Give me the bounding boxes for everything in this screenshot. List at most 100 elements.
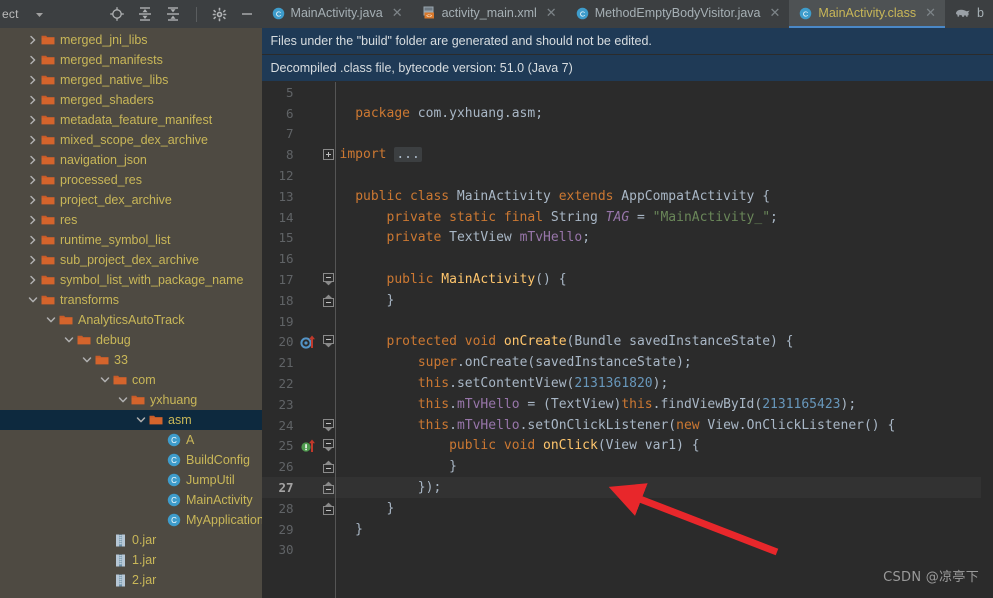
code-line-7[interactable]: 7 <box>262 124 993 145</box>
minimize-icon[interactable] <box>239 6 256 23</box>
collapse-all-icon[interactable] <box>165 6 182 23</box>
code-line-12[interactable]: 12 <box>262 165 993 186</box>
code-line-5[interactable]: 5 <box>262 82 993 103</box>
tree-item-com[interactable]: com <box>0 370 262 390</box>
code-line-18[interactable]: 18 } <box>262 290 993 311</box>
editor-tab-activity-main-xml[interactable]: <> activity_main.xml ✕ <box>412 0 566 28</box>
code-line-25[interactable]: 25 public void onClick(View var1) { <box>262 436 993 457</box>
tree-item-buildconfig[interactable]: C BuildConfig <box>0 450 262 470</box>
editor-tab-methodemptybodyvisitor-java[interactable]: C MethodEmptyBodyVisitor.java ✕ <box>566 0 790 28</box>
tree-item-transforms[interactable]: transforms <box>0 290 262 310</box>
code-line-29[interactable]: 29 } <box>262 519 993 540</box>
chevron-down-icon[interactable] <box>80 354 94 366</box>
code-line-15[interactable]: 15 private TextView mTvHello; <box>262 228 993 249</box>
chevron-right-icon[interactable] <box>26 54 40 66</box>
close-icon[interactable]: ✕ <box>770 5 781 21</box>
code-line-27[interactable]: 27 }); <box>261 477 993 498</box>
close-icon[interactable]: ✕ <box>925 5 936 21</box>
tree-item-merged-jni-libs[interactable]: merged_jni_libs <box>0 30 262 50</box>
code-line-20[interactable]: 20 protected void onCreate(Bundle savedI… <box>262 332 993 353</box>
chevron-right-icon[interactable] <box>26 154 40 166</box>
editor-tab-mainactivity-class[interactable]: C MainActivity.class ✕ <box>789 0 946 28</box>
code-line-17[interactable]: 17 public MainActivity() { <box>262 269 993 290</box>
tree-item-0-jar[interactable]: 0.jar <box>0 530 262 550</box>
tree-item-res[interactable]: res <box>0 210 262 230</box>
chevron-right-icon[interactable] <box>26 214 40 226</box>
tree-item-runtime-symbol-list[interactable]: runtime_symbol_list <box>0 230 262 250</box>
code-line-6[interactable]: 6 package com.yxhuang.asm; <box>262 103 993 124</box>
tree-item-jumputil[interactable]: C JumpUtil <box>0 470 262 490</box>
code-line-28[interactable]: 28 } <box>262 498 993 519</box>
tree-item-merged-native-libs[interactable]: merged_native_libs <box>0 70 262 90</box>
gutter-marker-override[interactable] <box>299 334 322 350</box>
editor-tab-mainactivity-java[interactable]: C MainActivity.java ✕ <box>262 0 412 28</box>
fold-marker-close[interactable] <box>322 481 336 495</box>
tree-item-mixed-scope-dex-archive[interactable]: mixed_scope_dex_archive <box>0 130 262 150</box>
fold-marker-plus[interactable] <box>322 149 336 161</box>
tree-item-symbol-list-with-package-name[interactable]: symbol_list_with_package_name <box>0 270 262 290</box>
chevron-down-icon[interactable] <box>62 334 76 346</box>
fold-marker-close[interactable] <box>322 294 336 307</box>
tree-item-myapplication[interactable]: C MyApplication <box>0 510 262 530</box>
code-line-30[interactable]: 30 <box>262 540 993 561</box>
chevron-down-icon[interactable] <box>134 414 148 426</box>
fold-marker-open[interactable] <box>322 335 336 348</box>
code-line-24[interactable]: 24 this.mTvHello.setOnClickListener(new … <box>262 415 993 436</box>
chevron-down-icon[interactable] <box>26 294 40 306</box>
tree-item-yxhuang[interactable]: yxhuang <box>0 390 262 410</box>
chevron-down-icon[interactable] <box>31 6 48 23</box>
close-icon[interactable]: ✕ <box>546 5 557 21</box>
fold-marker-close[interactable] <box>322 502 336 515</box>
expand-all-icon[interactable] <box>137 6 154 23</box>
tree-item-metadata-feature-manifest[interactable]: metadata_feature_manifest <box>0 110 262 130</box>
tree-item-processed-res[interactable]: processed_res <box>0 170 262 190</box>
code-line-26[interactable]: 26 } <box>262 456 993 477</box>
tree-item-analyticsautotrack[interactable]: AnalyticsAutoTrack <box>0 310 262 330</box>
close-icon[interactable]: ✕ <box>392 5 403 21</box>
chevron-right-icon[interactable] <box>26 274 40 286</box>
locate-target-icon[interactable] <box>109 6 126 23</box>
tree-item-merged-shaders[interactable]: merged_shaders <box>0 90 262 110</box>
tree-item-1-jar[interactable]: 1.jar <box>0 550 262 570</box>
code-line-22[interactable]: 22 this.setContentView(2131361820); <box>262 373 993 394</box>
code-line-19[interactable]: 19 <box>262 311 993 332</box>
code-line-21[interactable]: 21 super.onCreate(savedInstanceState); <box>262 352 993 373</box>
tree-item-asm[interactable]: asm <box>0 410 262 430</box>
chevron-right-icon[interactable] <box>26 114 40 126</box>
tree-item-navigation-json[interactable]: navigation_json <box>0 150 262 170</box>
chevron-right-icon[interactable] <box>26 254 40 266</box>
tree-item-a[interactable]: CA <box>0 430 262 450</box>
tree-item-merged-manifests[interactable]: merged_manifests <box>0 50 262 70</box>
chevron-right-icon[interactable] <box>26 34 40 46</box>
tree-item-debug[interactable]: debug <box>0 330 262 350</box>
chevron-down-icon[interactable] <box>116 394 130 406</box>
chevron-right-icon[interactable] <box>26 234 40 246</box>
tree-item-2-jar[interactable]: 2.jar <box>0 570 262 590</box>
code-line-16[interactable]: 16 <box>262 248 993 269</box>
fold-marker-close[interactable] <box>322 460 336 474</box>
chevron-down-icon[interactable] <box>98 374 112 386</box>
fold-marker-open[interactable] <box>322 439 336 452</box>
tree-item-mainactivity[interactable]: C MainActivity <box>0 490 262 510</box>
chevron-right-icon[interactable] <box>26 134 40 146</box>
chevron-right-icon[interactable] <box>26 94 40 106</box>
code-editor[interactable]: 5 6 package com.yxhuang.asm; 7 8 import ... 1… <box>261 82 993 598</box>
chevron-down-icon[interactable] <box>44 314 58 326</box>
chevron-right-icon[interactable] <box>26 74 40 86</box>
code-line-14[interactable]: 14 private static final String TAG = "Ma… <box>262 207 993 228</box>
code-line-8[interactable]: 8 import ... <box>262 144 993 165</box>
gear-icon[interactable] <box>211 6 228 23</box>
gutter-marker-implement[interactable] <box>300 438 322 454</box>
fold-marker-open[interactable] <box>322 418 336 432</box>
editor-tab-b[interactable]: b <box>945 0 993 28</box>
editor-scrollbar[interactable] <box>981 82 993 598</box>
code-line-23[interactable]: 23 this.mTvHello = (TextView)this.findVi… <box>262 394 993 415</box>
tree-item-project-dex-archive[interactable]: project_dex_archive <box>0 190 262 210</box>
chevron-right-icon[interactable] <box>26 174 40 186</box>
tree-item-sub-project-dex-archive[interactable]: sub_project_dex_archive <box>0 250 262 270</box>
tree-item-33[interactable]: 33 <box>0 350 262 370</box>
code-line-13[interactable]: 13 public class MainActivity extends App… <box>262 186 993 207</box>
fold-marker-open[interactable] <box>322 273 336 286</box>
chevron-right-icon[interactable] <box>26 194 40 206</box>
project-tree[interactable]: merged_jni_libs merged_manifests merged_na… <box>0 28 262 598</box>
